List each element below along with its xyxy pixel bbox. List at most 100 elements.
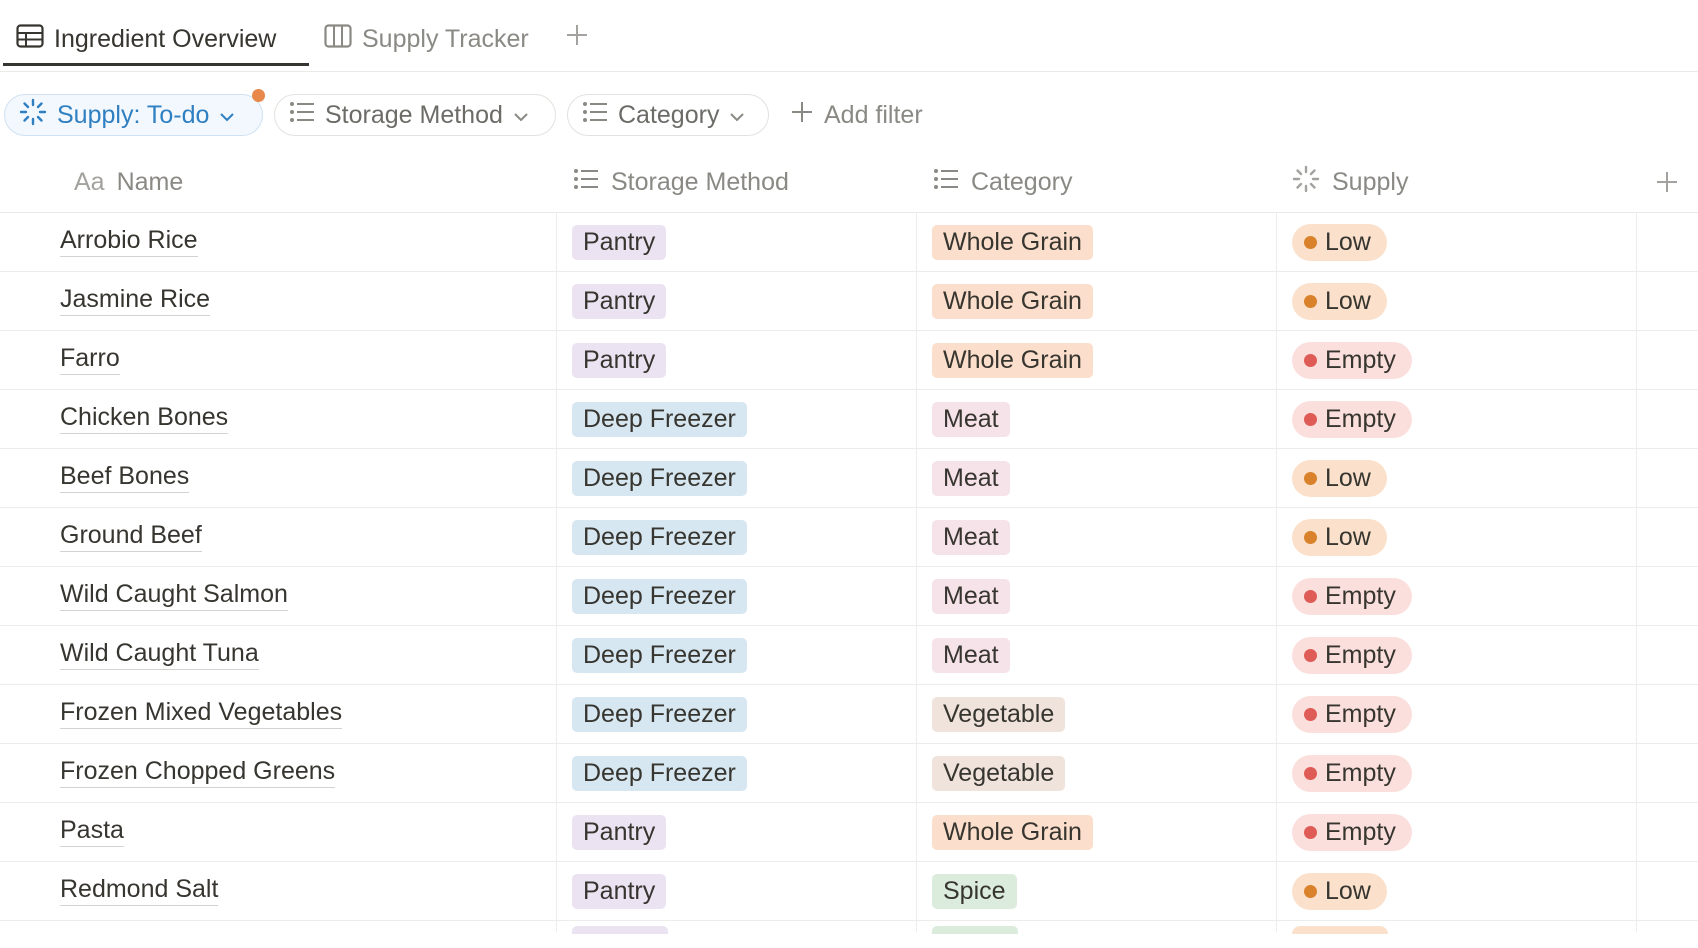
row-name: Wild Caught Tuna bbox=[60, 640, 259, 670]
table-row[interactable]: Frozen Mixed Vegetables Deep Freezer Veg… bbox=[0, 685, 1698, 744]
status-dot-icon bbox=[1304, 767, 1317, 780]
category-tag: Meat bbox=[932, 520, 1010, 555]
row-name: Pasta bbox=[60, 817, 124, 847]
tab-supply-tracker[interactable]: Supply Tracker bbox=[324, 18, 529, 60]
add-filter-label: Add filter bbox=[824, 100, 923, 129]
supply-label: Low bbox=[1325, 464, 1371, 492]
row-name-cell[interactable]: Ground Beef bbox=[60, 508, 202, 566]
row-name-cell[interactable]: Farro bbox=[60, 331, 120, 389]
status-icon bbox=[1292, 165, 1320, 200]
list-icon bbox=[573, 168, 599, 197]
table-row[interactable]: Jasmine Rice Pantry Whole Grain Low bbox=[0, 272, 1698, 331]
storage-tag: Deep Freezer bbox=[572, 697, 747, 732]
filter-supply-label: Supply: To-do bbox=[57, 100, 210, 129]
list-icon bbox=[582, 101, 608, 130]
text-icon: Aa bbox=[74, 167, 105, 196]
table-row[interactable]: Frozen Chopped Greens Deep Freezer Veget… bbox=[0, 744, 1698, 803]
category-tag: Meat bbox=[932, 579, 1010, 614]
tab-label: Ingredient Overview bbox=[54, 24, 277, 53]
column-header-category[interactable]: Category bbox=[933, 160, 1072, 204]
table-row[interactable]: Ground Beef Deep Freezer Meat Low bbox=[0, 508, 1698, 567]
table-row[interactable]: Chicken Bones Deep Freezer Meat Empty bbox=[0, 390, 1698, 449]
partial-category-tag bbox=[932, 926, 1018, 934]
status-dot-icon bbox=[1304, 236, 1317, 249]
supply-status: Empty bbox=[1292, 696, 1412, 733]
category-tag: Meat bbox=[932, 638, 1010, 673]
row-name: Arrobio Rice bbox=[60, 227, 198, 257]
filter-storage-method[interactable]: Storage Method bbox=[274, 94, 556, 136]
partial-supply-status bbox=[1292, 926, 1388, 934]
supply-label: Low bbox=[1325, 228, 1371, 256]
column-header-name[interactable]: Aa Name bbox=[74, 160, 183, 204]
row-name: Jasmine Rice bbox=[60, 286, 211, 316]
tab-label: Supply Tracker bbox=[362, 24, 529, 53]
plus-icon bbox=[567, 25, 587, 45]
row-name-cell[interactable]: Wild Caught Salmon bbox=[60, 567, 288, 625]
category-tag: Whole Grain bbox=[932, 225, 1093, 260]
table-row[interactable]: Farro Pantry Whole Grain Empty bbox=[0, 331, 1698, 390]
row-name: Farro bbox=[60, 345, 120, 375]
active-tab-indicator bbox=[3, 63, 309, 66]
table-row[interactable]: Pasta Pantry Whole Grain Empty bbox=[0, 803, 1698, 862]
storage-tag: Deep Freezer bbox=[572, 638, 747, 673]
storage-tag: Deep Freezer bbox=[572, 461, 747, 496]
supply-status: Low bbox=[1292, 224, 1387, 261]
table-row[interactable]: Wild Caught Salmon Deep Freezer Meat Emp… bbox=[0, 567, 1698, 626]
row-name-cell[interactable]: Redmond Salt bbox=[60, 862, 219, 920]
row-name-cell[interactable]: Pasta bbox=[60, 803, 124, 861]
row-name-cell[interactable]: Beef Bones bbox=[60, 449, 190, 507]
row-name: Frozen Chopped Greens bbox=[60, 758, 336, 788]
add-view-button[interactable] bbox=[564, 22, 590, 48]
category-tag: Whole Grain bbox=[932, 815, 1093, 850]
storage-tag: Pantry bbox=[572, 284, 667, 319]
storage-tag: Pantry bbox=[572, 343, 667, 378]
tabs-divider bbox=[0, 71, 1698, 72]
supply-status: Empty bbox=[1292, 342, 1412, 379]
column-header-label: Category bbox=[971, 167, 1073, 196]
storage-tag: Pantry bbox=[572, 225, 667, 260]
supply-status: Low bbox=[1292, 873, 1387, 910]
filter-modified-indicator bbox=[252, 89, 265, 102]
supply-label: Empty bbox=[1325, 818, 1396, 846]
status-dot-icon bbox=[1304, 885, 1317, 898]
table-row[interactable]: Arrobio Rice Pantry Whole Grain Low bbox=[0, 213, 1698, 272]
column-header-supply[interactable]: Supply bbox=[1292, 160, 1408, 204]
list-icon bbox=[933, 168, 959, 197]
add-filter-button[interactable]: Add filter bbox=[790, 94, 923, 136]
table-row[interactable]: Beef Bones Deep Freezer Meat Low bbox=[0, 449, 1698, 508]
status-dot-icon bbox=[1304, 295, 1317, 308]
supply-label: Low bbox=[1325, 523, 1371, 551]
chevron-down-icon bbox=[219, 101, 235, 130]
row-name: Beef Bones bbox=[60, 463, 190, 493]
tab-ingredient-overview[interactable]: Ingredient Overview bbox=[16, 18, 276, 60]
supply-label: Empty bbox=[1325, 700, 1396, 728]
column-header-label: Supply bbox=[1332, 167, 1409, 196]
supply-status: Empty bbox=[1292, 755, 1412, 792]
row-name-cell[interactable]: Frozen Mixed Vegetables bbox=[60, 685, 343, 743]
row-name-cell[interactable]: Wild Caught Tuna bbox=[60, 626, 259, 684]
plus-icon bbox=[790, 100, 814, 131]
row-name-cell[interactable]: Arrobio Rice bbox=[60, 213, 198, 271]
storage-tag: Deep Freezer bbox=[572, 756, 747, 791]
row-name-cell[interactable]: Frozen Chopped Greens bbox=[60, 744, 336, 802]
supply-status: Low bbox=[1292, 460, 1387, 497]
category-tag: Whole Grain bbox=[932, 284, 1093, 319]
supply-status: Empty bbox=[1292, 401, 1412, 438]
status-dot-icon bbox=[1304, 531, 1317, 544]
filter-category[interactable]: Category bbox=[567, 94, 769, 136]
table-row[interactable]: Redmond Salt Pantry Spice Low bbox=[0, 862, 1698, 921]
supply-status: Empty bbox=[1292, 578, 1412, 615]
row-name-cell[interactable]: Chicken Bones bbox=[60, 390, 229, 448]
storage-tag: Pantry bbox=[572, 815, 667, 850]
supply-label: Low bbox=[1325, 287, 1371, 315]
column-header-storage-method[interactable]: Storage Method bbox=[573, 160, 789, 204]
supply-status: Low bbox=[1292, 283, 1387, 320]
supply-label: Empty bbox=[1325, 346, 1396, 374]
row-name: Frozen Mixed Vegetables bbox=[60, 699, 343, 729]
filter-supply[interactable]: Supply: To-do bbox=[4, 89, 265, 136]
add-property-button[interactable] bbox=[1654, 169, 1680, 195]
table-row[interactable]: Wild Caught Tuna Deep Freezer Meat Empty bbox=[0, 626, 1698, 685]
row-name-cell[interactable]: Jasmine Rice bbox=[60, 272, 211, 330]
partial-storage-tag bbox=[572, 926, 668, 934]
supply-label: Low bbox=[1325, 877, 1371, 905]
